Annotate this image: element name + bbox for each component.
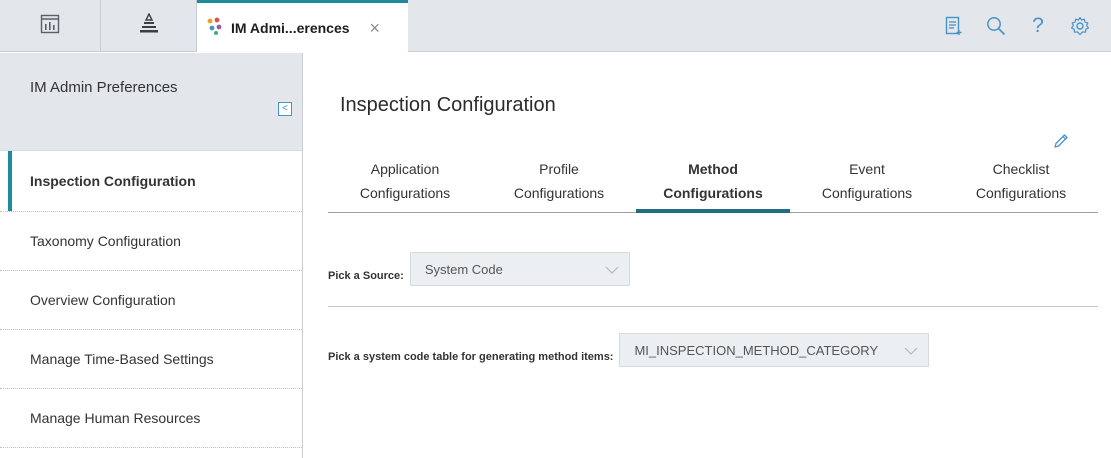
tab-profile-configurations[interactable]: Profile Configurations <box>482 156 636 212</box>
help-glyph: ? <box>1032 14 1044 37</box>
sidebar-item-manage-human-resources[interactable]: Manage Human Resources <box>0 389 302 448</box>
tab-label-line2: Configurations <box>359 185 451 201</box>
source-select-value: System Code <box>424 261 503 277</box>
tab-label-line1: Application <box>370 161 440 177</box>
topbar-actions: ? <box>943 0 1111 52</box>
search-icon[interactable] <box>985 15 1007 37</box>
sidebar-item-overview-configuration[interactable]: Overview Configuration <box>0 271 302 330</box>
top-bar: IM Admi...erences × ? <box>0 0 1111 53</box>
code-table-select-value: MI_INSPECTION_METHOD_CATEGORY <box>634 342 879 358</box>
dashboard-tab[interactable] <box>0 0 101 52</box>
settings-icon[interactable] <box>1069 15 1091 37</box>
chevron-down-icon <box>904 343 918 358</box>
tab-label-line1: Checklist <box>992 161 1050 177</box>
code-table-label: Pick a system code table for generating … <box>328 351 614 363</box>
tab-checklist-configurations[interactable]: Checklist Configurations <box>944 156 1098 212</box>
tab-event-configurations[interactable]: Event Configurations <box>790 156 944 212</box>
hierarchy-icon <box>139 11 159 40</box>
tab-label-line2: Configurations <box>821 185 913 201</box>
section-divider <box>328 306 1098 307</box>
help-icon[interactable]: ? <box>1027 14 1049 37</box>
source-row: Pick a Source: System Code <box>328 252 630 286</box>
tab-label-line2: Configurations <box>975 185 1067 201</box>
page-title: Inspection Configuration <box>340 94 556 116</box>
active-tab-label: IM Admi...erences <box>231 20 350 36</box>
dashboard-icon <box>40 14 60 39</box>
chevron-down-icon <box>605 262 619 277</box>
tab-label-line1: Event <box>849 161 885 177</box>
tab-label-line1: Profile <box>539 161 579 177</box>
hierarchy-tab[interactable] <box>101 0 197 52</box>
code-table-row: Pick a system code table for generating … <box>328 333 930 367</box>
collapse-sidebar-button[interactable]: < <box>278 102 292 116</box>
source-label: Pick a Source: <box>328 270 404 282</box>
sidebar-header: IM Admin Preferences < <box>0 53 302 151</box>
code-table-select[interactable]: MI_INSPECTION_METHOD_CATEGORY <box>619 333 930 367</box>
sidebar-item-label: Manage Human Resources <box>30 410 201 426</box>
tab-application-configurations[interactable]: Application Configurations <box>328 156 482 212</box>
sidebar: IM Admin Preferences < Inspection Config… <box>0 53 303 458</box>
sidebar-item-manage-time-based-settings[interactable]: Manage Time-Based Settings <box>0 330 302 389</box>
source-select[interactable]: System Code <box>409 252 630 286</box>
sidebar-item-label: Taxonomy Configuration <box>30 233 181 249</box>
team-icon <box>205 16 225 41</box>
close-icon[interactable]: × <box>370 19 381 37</box>
tab-im-admin-preferences[interactable]: IM Admi...erences × <box>197 0 408 53</box>
sidebar-item-label: Inspection Configuration <box>30 173 196 189</box>
sidebar-item-label: Overview Configuration <box>30 292 176 308</box>
tab-method-configurations[interactable]: Method Configurations <box>636 156 790 213</box>
sidebar-item-label: Manage Time-Based Settings <box>30 351 214 367</box>
tab-label-line1: Method <box>688 161 738 177</box>
tab-label-line2: Configurations <box>663 185 763 201</box>
tab-label-line2: Configurations <box>513 185 605 201</box>
main-content: Inspection Configuration Application Con… <box>304 53 1111 458</box>
clipboard-add-icon[interactable] <box>943 15 965 37</box>
pencil-icon[interactable] <box>1053 133 1069 154</box>
chevron-left-icon: < <box>282 103 288 114</box>
sidebar-item-inspection-configuration[interactable]: Inspection Configuration <box>0 151 302 212</box>
sidebar-title: IM Admin Preferences <box>30 79 178 96</box>
sidebar-item-taxonomy-configuration[interactable]: Taxonomy Configuration <box>0 212 302 271</box>
configuration-tabs: Application Configurations Profile Confi… <box>328 156 1098 213</box>
